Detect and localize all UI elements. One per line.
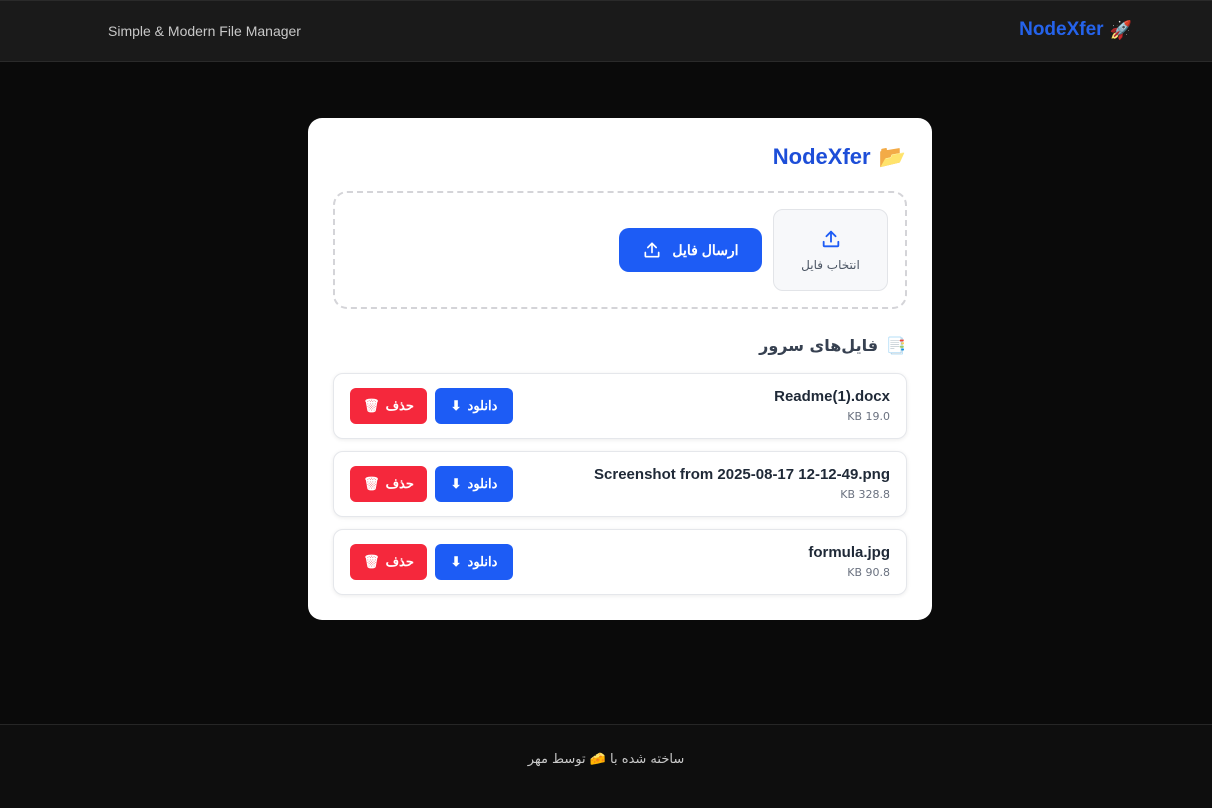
rocket-icon: 🚀 [1109,19,1132,40]
file-name: Screenshot from 2025-08-17 12-12-49.png [594,466,890,483]
download-button[interactable]: دانلود ⬇ [435,388,513,424]
download-arrow-icon: ⬇ [450,554,462,569]
file-size: 19.0 KB [847,410,890,423]
file-name: Readme(1).docx [774,388,890,405]
download-arrow-icon: ⬇ [450,398,462,413]
delete-button[interactable]: حذف 🗑 [350,388,427,424]
send-file-label: ارسال فایل [672,241,739,258]
choose-file-label: انتخاب فایل [801,258,860,272]
file-row: formula.jpg 90.8 KB دانلود ⬇ حذف 🗑 [333,529,907,595]
card-title-text: NodeXfer [772,144,871,169]
choose-file-button[interactable]: انتخاب فایل [773,209,888,291]
footer: ساخته شده با 🧀 توسط مهر [0,724,1212,808]
trash-icon: 🗑 [363,476,380,491]
download-label: دانلود [467,398,498,413]
top-bar: Simple & Modern File Manager NodeXfer 🚀 [0,0,1212,62]
upload-icon [644,242,660,258]
file-manager-card: NodeXfer 📂 انتخاب فایل ارسال فایل فایل‌ه… [308,118,932,620]
brand-name: NodeXfer [1019,19,1104,40]
download-label: دانلود [467,554,498,569]
trash-icon: 🗑 [363,554,380,569]
download-label: دانلود [467,476,498,491]
trash-icon: 🗑 [363,398,380,413]
card-title: NodeXfer 📂 [773,144,906,170]
delete-button[interactable]: حذف 🗑 [350,544,427,580]
file-row: Readme(1).docx 19.0 KB دانلود ⬇ حذف 🗑 [333,373,907,439]
file-row: Screenshot from 2025-08-17 12-12-49.png … [333,451,907,517]
tagline: Simple & Modern File Manager [108,23,301,39]
brand-logo[interactable]: NodeXfer 🚀 [1019,19,1132,41]
download-button[interactable]: دانلود ⬇ [435,544,513,580]
open-folder-icon: 📂 [878,144,906,169]
file-name: formula.jpg [808,544,890,561]
send-file-button[interactable]: ارسال فایل [619,228,762,272]
server-files-title: فایل‌های سرور [759,336,879,355]
upload-dropzone[interactable]: انتخاب فایل ارسال فایل [333,191,907,309]
bookmark-tabs-icon: 📑 [886,336,906,355]
file-size: 90.8 KB [847,566,890,579]
footer-credit: ساخته شده با 🧀 توسط مهر [527,752,685,767]
delete-label: حذف [385,554,414,569]
download-button[interactable]: دانلود ⬇ [435,466,513,502]
delete-button[interactable]: حذف 🗑 [350,466,427,502]
upload-icon [822,230,839,248]
file-size: 328.8 KB [840,488,890,501]
server-files-heading: فایل‌های سرور 📑 [759,336,906,355]
delete-label: حذف [385,476,414,491]
delete-label: حذف [385,398,414,413]
download-arrow-icon: ⬇ [450,476,462,491]
